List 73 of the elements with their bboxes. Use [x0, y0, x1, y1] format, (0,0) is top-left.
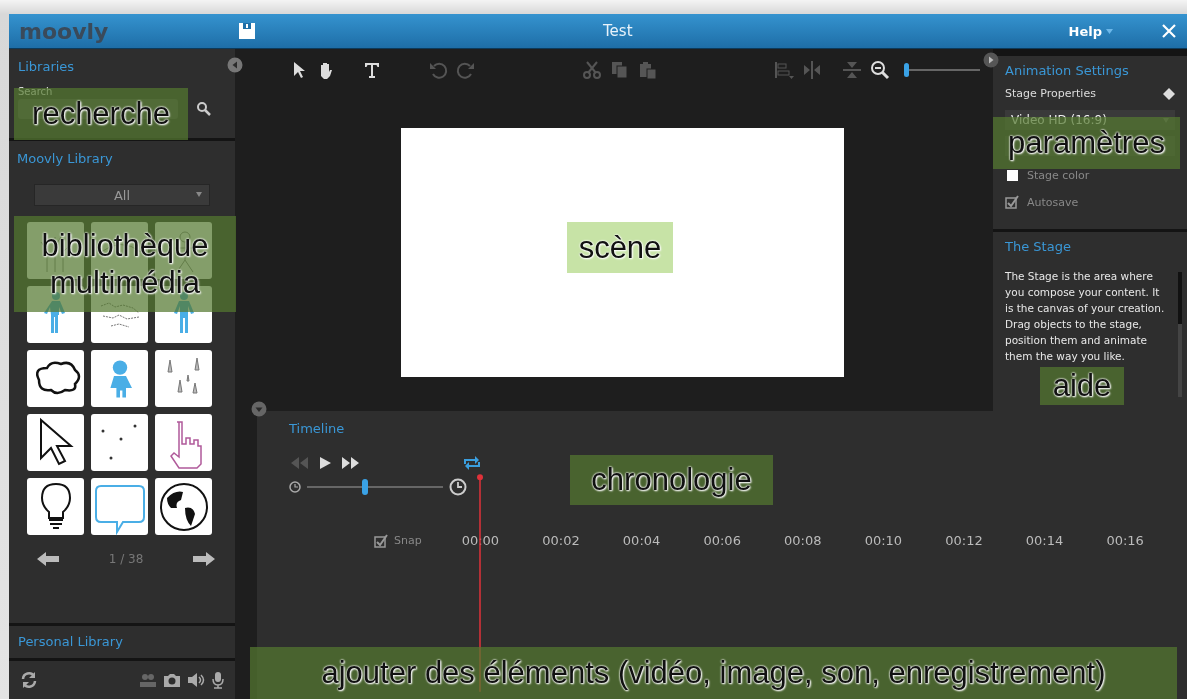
placeholder-text: Search [18, 86, 54, 97]
panel-title: Moovly Library [17, 151, 114, 166]
speaker-icon[interactable] [187, 672, 205, 688]
checkbox-checked-icon[interactable] [1005, 195, 1019, 209]
text-tool-icon [362, 60, 382, 80]
redo-icon [456, 60, 476, 80]
diamond-icon[interactable] [1163, 87, 1175, 100]
paste-icon [638, 60, 658, 80]
slider-thumb[interactable] [362, 479, 369, 495]
page-indicator: 1 / 38 [108, 552, 144, 566]
time-marker: 00:12 [945, 533, 984, 548]
library-item[interactable] [155, 478, 212, 535]
caret-icon [196, 192, 202, 197]
fast-forward-icon[interactable] [341, 457, 361, 469]
time-marker: 00:16 [1106, 533, 1145, 548]
cut-icon [582, 60, 602, 80]
time-marker: 00:02 [542, 533, 581, 548]
option-label: Stage color [1027, 169, 1090, 182]
clock-icon [449, 478, 467, 496]
camera-icon[interactable] [163, 672, 181, 688]
close-icon[interactable] [1161, 23, 1177, 39]
help-title: The Stage [1005, 239, 1072, 254]
collapse-icon[interactable] [251, 401, 267, 417]
time-marker: 00:10 [864, 533, 904, 548]
snap-label: Snap [394, 534, 422, 547]
app-logo: moovly [19, 18, 110, 44]
panel-title: Timeline [289, 421, 346, 436]
section-label: Stage Properties [1005, 87, 1096, 100]
save-icon [237, 21, 257, 41]
microphone-icon[interactable] [211, 671, 225, 689]
arrow-left-icon[interactable] [37, 552, 59, 566]
option-label: Autosave [1027, 195, 1079, 209]
document-title: Test [602, 22, 634, 40]
play-icon[interactable] [319, 457, 331, 469]
align-icon [774, 60, 794, 80]
annotation-tooltip: ajouter des éléments (vidéo, image, son, enregistrement) [250, 647, 1177, 699]
time-marker: 00:06 [703, 533, 742, 548]
clock-icon [289, 481, 301, 493]
people-icon[interactable] [139, 672, 157, 688]
search-icon[interactable] [196, 101, 212, 117]
time-marker: 00:04 [622, 533, 662, 548]
annotation-tooltip: chronologie [570, 455, 773, 505]
help-menu[interactable]: Help [1068, 23, 1113, 39]
zoom-out-button[interactable] [870, 60, 890, 80]
copy-icon [610, 60, 630, 80]
expand-icon[interactable] [983, 52, 999, 68]
time-marker: 00:08 [784, 533, 823, 548]
flip-horizontal-icon [802, 60, 822, 80]
library-item[interactable] [27, 350, 84, 407]
slider-thumb[interactable] [904, 63, 909, 77]
checkbox-checked-icon[interactable] [374, 533, 388, 548]
panel-title: Animation Settings [1005, 63, 1130, 78]
text-tool-button[interactable] [362, 60, 382, 80]
help-text: The Stage is the area where you compose your content. It is the canvas of your creation. Drag objects to the stage, position them and animate them the way you like. [1005, 269, 1166, 364]
refresh-icon[interactable] [19, 670, 39, 690]
checkbox[interactable] [1007, 170, 1018, 181]
library-item[interactable] [27, 414, 84, 471]
library-item[interactable] [27, 478, 84, 535]
arrow-right-icon[interactable] [193, 552, 215, 566]
panel-title: Personal Library [18, 634, 124, 649]
annotation-tooltip: aide [1040, 367, 1124, 405]
loop-icon[interactable] [463, 456, 481, 470]
panel-title: Libraries [18, 59, 76, 74]
annotation-tooltip: bibliothèque multimédia [14, 216, 236, 312]
annotation-tooltip: scène [567, 222, 673, 273]
time-marker: 00:14 [1025, 533, 1065, 548]
collapse-icon[interactable] [227, 57, 243, 73]
zoom-out-icon [870, 60, 890, 80]
flip-vertical-icon [842, 60, 862, 80]
caret-icon [1106, 28, 1113, 34]
undo-icon [428, 60, 448, 80]
category-dropdown[interactable]: All [34, 184, 210, 206]
save-button[interactable] [237, 21, 257, 41]
